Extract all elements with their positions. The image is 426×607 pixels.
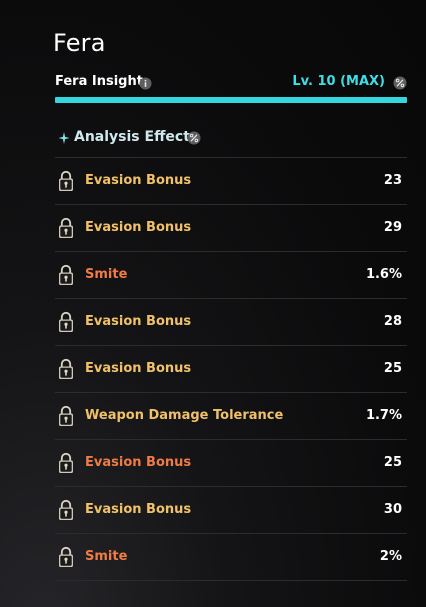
lock-icon	[58, 452, 74, 474]
section-label: Analysis Effect	[74, 129, 190, 145]
sparkle-icon	[58, 130, 70, 144]
info-icon[interactable]	[139, 75, 152, 90]
insight-progress-bar	[55, 97, 407, 103]
effect-label: Smite	[85, 549, 128, 564]
effect-value: 29	[383, 220, 402, 235]
lock-icon	[58, 170, 74, 192]
lock-icon	[58, 264, 74, 286]
fera-panel: Fera Fera Insight Lv. 10 (MAX) Analysis …	[0, 0, 426, 607]
lock-icon	[58, 405, 74, 427]
effect-label: Evasion Bonus	[85, 361, 192, 376]
effect-row: Evasion Bonus 25	[55, 345, 407, 392]
lock-icon	[58, 217, 74, 239]
percent-icon[interactable]	[393, 75, 407, 90]
lock-icon	[58, 358, 74, 380]
effect-value: 25	[383, 455, 402, 470]
effect-value: 1.7%	[365, 408, 402, 423]
effect-value: 25	[383, 361, 402, 376]
effect-row: Evasion Bonus 30	[55, 486, 407, 533]
insight-progress-fill	[55, 97, 407, 103]
lock-icon	[58, 546, 74, 568]
insight-row: Fera Insight Lv. 10 (MAX)	[55, 73, 407, 93]
effect-label: Evasion Bonus	[85, 314, 192, 329]
effect-label: Evasion Bonus	[85, 455, 192, 470]
effect-value: 30	[383, 502, 402, 517]
effect-label: Smite	[85, 267, 128, 282]
effect-label: Evasion Bonus	[85, 173, 192, 188]
effect-list: Evasion Bonus 23 Evasion Bonus 29 Smite 1.6% E…	[55, 157, 407, 581]
effect-value: 2%	[379, 549, 402, 564]
effect-row: Smite 2%	[55, 533, 407, 581]
effect-row: Evasion Bonus 25	[55, 439, 407, 486]
effect-row: Evasion Bonus 23	[55, 157, 407, 204]
effect-row: Evasion Bonus 29	[55, 204, 407, 251]
effect-value: 23	[383, 173, 402, 188]
effect-value: 1.6%	[365, 267, 402, 282]
effect-label: Evasion Bonus	[85, 502, 192, 517]
effect-label: Evasion Bonus	[85, 220, 192, 235]
effect-row: Evasion Bonus 28	[55, 298, 407, 345]
level-text: Lv. 10 (MAX)	[292, 74, 385, 89]
effect-row: Smite 1.6%	[55, 251, 407, 298]
page-title: Fera	[53, 29, 106, 57]
effect-row: Weapon Damage Tolerance 1.7%	[55, 392, 407, 439]
lock-icon	[58, 311, 74, 333]
percent-icon[interactable]	[187, 130, 201, 145]
effect-value: 28	[383, 314, 402, 329]
lock-icon	[58, 499, 74, 521]
effect-label: Weapon Damage Tolerance	[85, 408, 284, 423]
insight-label: Fera Insight	[55, 74, 143, 89]
